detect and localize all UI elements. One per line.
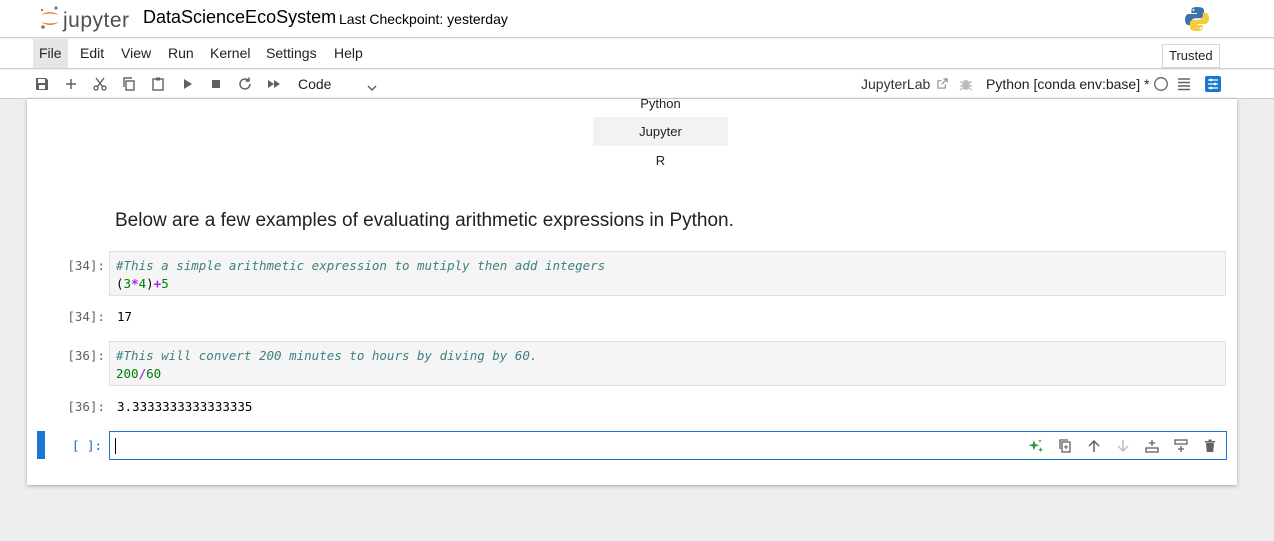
last-checkpoint: Last Checkpoint: yesterday: [339, 11, 508, 27]
code-comment: #This a simple arithmetic expression to …: [116, 258, 606, 273]
cell-type-value: Code: [298, 76, 332, 92]
ai-sparkle-icon[interactable]: [1028, 438, 1044, 454]
table-row: R: [655, 153, 666, 168]
input-prompt: [36]:: [67, 348, 105, 363]
menu-kernel[interactable]: Kernel: [204, 39, 256, 68]
list-view-icon[interactable]: [1176, 76, 1192, 92]
add-cell-icon[interactable]: [63, 76, 79, 92]
menu-settings[interactable]: Settings: [260, 39, 323, 68]
save-icon[interactable]: [34, 76, 50, 92]
duplicate-cell-icon[interactable]: [1057, 438, 1073, 454]
logo-text: jupyter: [63, 9, 130, 32]
python-logo-icon: [1183, 5, 1211, 33]
kernel-status-idle-icon: [1153, 76, 1169, 92]
cell-output: 3.3333333333333335: [117, 399, 253, 414]
jupyter-logo[interactable]: jupyter: [39, 5, 131, 32]
menu-bar: File Edit View Run Kernel Settings Help …: [0, 39, 1274, 69]
output-prompt: [36]:: [67, 399, 105, 414]
notebook-title[interactable]: DataScienceEcoSystem: [143, 7, 336, 28]
trusted-indicator[interactable]: Trusted: [1162, 44, 1220, 68]
move-down-icon[interactable]: [1115, 438, 1131, 454]
jupyter-logo-icon: [40, 6, 59, 29]
code-line: (3*4)+5: [116, 276, 169, 291]
copy-icon[interactable]: [121, 76, 137, 92]
cut-icon[interactable]: [92, 76, 108, 92]
table-row: Jupyter: [593, 117, 728, 146]
insert-below-icon[interactable]: [1173, 438, 1189, 454]
notebook-toolbar: Code JupyterLab Python [conda env:base] …: [0, 70, 1274, 99]
debugger-bug-icon[interactable]: [958, 76, 974, 92]
insert-above-icon[interactable]: [1144, 438, 1160, 454]
menu-run[interactable]: Run: [162, 39, 200, 68]
markdown-heading: Below are a few examples of evaluating a…: [115, 210, 734, 231]
menu-help[interactable]: Help: [328, 39, 369, 68]
jupyterlab-label: JupyterLab: [861, 76, 931, 92]
fast-forward-icon[interactable]: [266, 76, 282, 92]
restart-icon[interactable]: [237, 76, 253, 92]
text-caret: [115, 438, 116, 454]
property-inspector-icon[interactable]: [1205, 76, 1221, 92]
notebook-panel: Python Jupyter R Below are a few example…: [27, 99, 1237, 485]
external-link-icon: [937, 78, 948, 89]
chevron-down-icon: [366, 78, 378, 92]
menu-file[interactable]: File: [33, 39, 68, 68]
run-icon[interactable]: [179, 76, 195, 92]
output-prompt: [34]:: [67, 309, 105, 324]
delete-cell-icon[interactable]: [1202, 438, 1218, 454]
code-cell-input[interactable]: #This will convert 200 minutes to hours …: [109, 341, 1226, 386]
cell-output: 17: [117, 309, 133, 324]
input-prompt: [ ]:: [71, 438, 102, 453]
move-up-icon[interactable]: [1086, 438, 1102, 454]
cell-type-select[interactable]: Code: [292, 73, 382, 95]
menu-edit[interactable]: Edit: [74, 39, 110, 68]
paste-icon[interactable]: [150, 76, 166, 92]
code-comment: #This will convert 200 minutes to hours …: [116, 348, 538, 363]
table-row: Python: [640, 99, 681, 111]
code-line: 200/60: [116, 366, 162, 381]
kernel-name[interactable]: Python [conda env:base] *: [986, 76, 1149, 92]
input-prompt: [34]:: [67, 258, 105, 273]
stop-icon[interactable]: [208, 76, 224, 92]
active-code-cell-input[interactable]: [109, 431, 1227, 460]
menu-view[interactable]: View: [115, 39, 157, 68]
code-cell-input[interactable]: #This a simple arithmetic expression to …: [109, 251, 1226, 296]
top-bar: jupyter DataScienceEcoSystem Last Checkp…: [0, 0, 1274, 38]
open-jupyterlab-link[interactable]: JupyterLab: [861, 76, 948, 92]
